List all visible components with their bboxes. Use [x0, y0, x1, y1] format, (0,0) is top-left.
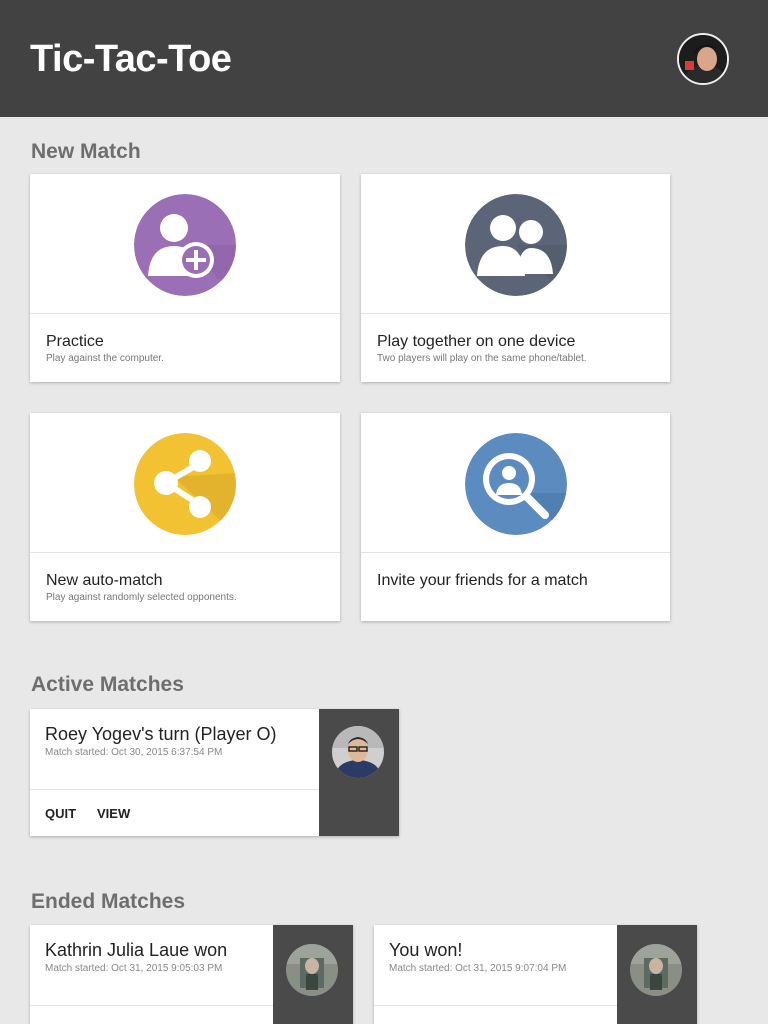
card-media	[361, 174, 670, 314]
new-match-heading: New Match	[31, 140, 141, 163]
app-bar: Tic-Tac-Toe	[0, 0, 768, 117]
ended-match-card[interactable]: Kathrin Julia Laue won Match started: Oc…	[30, 925, 353, 1024]
opponent-panel	[617, 925, 697, 1024]
search-user-icon	[465, 433, 567, 535]
card-media	[30, 174, 340, 314]
divider	[30, 1005, 273, 1006]
card-title: Practice	[46, 333, 104, 350]
opponent-avatar	[286, 944, 338, 996]
match-title: Kathrin Julia Laue won	[45, 940, 228, 960]
card-subtitle: Two players will play on the same phone/…	[377, 353, 587, 364]
opponent-avatar	[630, 944, 682, 996]
opponent-panel	[319, 709, 399, 836]
match-started: Match started: Oct 31, 2015 9:07:04 PM	[389, 963, 567, 974]
card-media	[361, 413, 670, 553]
match-started: Match started: Oct 31, 2015 9:05:03 PM	[45, 963, 223, 974]
practice-card[interactable]: Practice Play against the computer.	[30, 174, 340, 382]
opponent-avatar	[332, 726, 384, 778]
quit-button[interactable]: QUIT	[45, 806, 76, 821]
add-user-icon	[134, 194, 236, 296]
user-avatar[interactable]	[677, 33, 729, 85]
ended-match-card[interactable]: You won! Match started: Oct 31, 2015 9:0…	[374, 925, 697, 1024]
opponent-avatar-photo-icon	[332, 726, 384, 778]
view-button[interactable]: VIEW	[97, 806, 130, 821]
card-media	[30, 413, 340, 553]
match-started: Match started: Oct 30, 2015 6:37:54 PM	[45, 747, 223, 758]
divider	[30, 789, 319, 790]
opponent-panel	[273, 925, 353, 1024]
card-title: New auto-match	[46, 572, 163, 589]
match-title: You won!	[389, 940, 463, 960]
card-title: Invite your friends for a match	[377, 572, 588, 589]
card-title: Play together on one device	[377, 333, 576, 350]
active-match-card: Roey Yogev's turn (Player O) Match start…	[30, 709, 399, 836]
auto-match-card[interactable]: New auto-match Play against randomly sel…	[30, 413, 340, 621]
divider	[374, 1005, 617, 1006]
card-subtitle: Play against randomly selected opponents…	[46, 592, 237, 603]
app-title: Tic-Tac-Toe	[30, 38, 232, 80]
card-subtitle: Play against the computer.	[46, 353, 164, 364]
share-icon	[134, 433, 236, 535]
invite-friends-card[interactable]: Invite your friends for a match	[361, 413, 670, 621]
two-users-icon	[465, 194, 567, 296]
match-title: Roey Yogev's turn (Player O)	[45, 724, 277, 744]
ended-matches-heading: Ended Matches	[31, 890, 186, 913]
user-avatar-photo-icon	[679, 35, 727, 83]
active-matches-heading: Active Matches	[31, 673, 184, 696]
opponent-avatar-photo-icon	[286, 944, 338, 996]
play-together-card[interactable]: Play together on one device Two players …	[361, 174, 670, 382]
opponent-avatar-photo-icon	[630, 944, 682, 996]
